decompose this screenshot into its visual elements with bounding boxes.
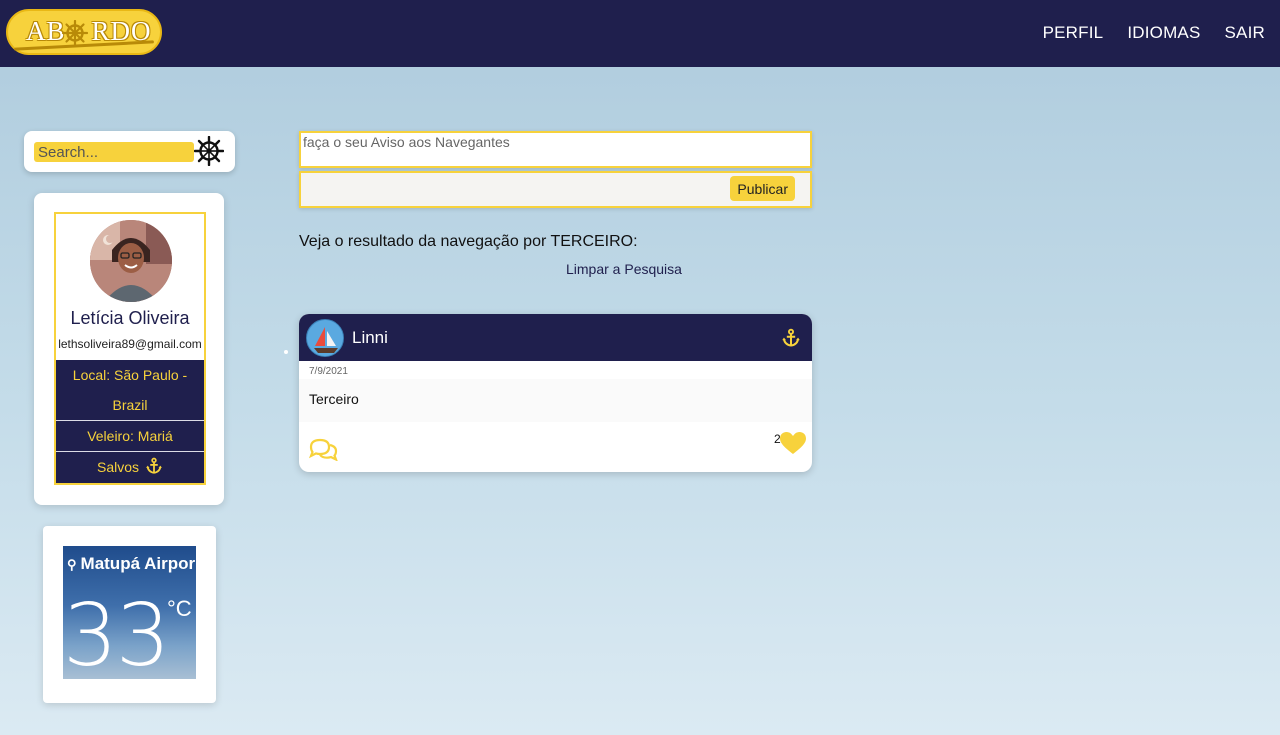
heart-icon[interactable] <box>780 432 806 456</box>
decorative-dot <box>284 350 288 354</box>
top-navbar: AB RDO PERFIL IDIOMAS SAIR <box>0 0 1280 67</box>
search-box <box>24 131 235 172</box>
profile-avatar[interactable] <box>90 220 172 302</box>
search-result-heading: Veja o resultado da navegação por TERCEI… <box>299 233 638 250</box>
clear-search-link[interactable]: Limpar a Pesquisa <box>566 261 682 277</box>
profile-location: Local: São Paulo - Brazil <box>56 360 204 421</box>
nav-sair[interactable]: SAIR <box>1225 23 1265 43</box>
search-icon: ⚲ <box>67 557 77 572</box>
post-header: Linni <box>299 314 812 361</box>
anchor-icon[interactable] <box>781 328 801 348</box>
notice-input[interactable] <box>299 131 812 168</box>
profile-email: lethsoliveira89@gmail.com <box>58 337 202 351</box>
profile-panel: Letícia Oliveira lethsoliveira89@gmail.c… <box>54 212 206 485</box>
sailboat-icon <box>307 320 343 356</box>
comments-icon[interactable] <box>308 437 338 461</box>
composer-toolbar: Publicar <box>299 171 812 208</box>
profile-info-list: Local: São Paulo - Brazil Veleiro: Mariá… <box>56 360 204 483</box>
profile-card: Letícia Oliveira lethsoliveira89@gmail.c… <box>34 193 224 505</box>
post-text: Terceiro <box>309 391 359 407</box>
profile-saved-link[interactable]: Salvos <box>56 452 204 483</box>
anchor-icon <box>146 457 162 474</box>
saved-label: Salvos <box>97 459 140 475</box>
abordo-logo[interactable]: AB RDO <box>6 9 162 55</box>
post-body: Terceiro <box>299 379 812 422</box>
profile-name: Letícia Oliveira <box>70 308 190 328</box>
weather-location-label: Matupá Airpor <box>80 554 196 573</box>
logo-text-left: AB <box>26 16 66 46</box>
weather-location: ⚲ Matupá Airpor <box>67 554 195 574</box>
post-author-avatar[interactable] <box>306 319 344 357</box>
ship-wheel-search-icon[interactable] <box>194 136 224 166</box>
post-card: Linni 7/9/2021 Terceiro 2 <box>299 314 812 472</box>
weather-temperature: 33 <box>63 586 170 679</box>
post-date: 7/9/2021 <box>309 366 348 377</box>
weather-widget: ⚲ Matupá Airpor 33 °C <box>43 526 216 703</box>
profile-boat: Veleiro: Mariá <box>56 421 204 452</box>
publish-button[interactable]: Publicar <box>730 176 795 201</box>
post-author-name[interactable]: Linni <box>352 328 388 348</box>
profile-photo-icon <box>90 220 172 302</box>
nav-idiomas[interactable]: IDIOMAS <box>1127 23 1200 43</box>
weather-unit: °C <box>167 596 192 621</box>
ship-wheel-icon <box>62 20 88 46</box>
nav-perfil[interactable]: PERFIL <box>1043 23 1104 43</box>
main-nav: PERFIL IDIOMAS SAIR <box>1043 23 1265 43</box>
search-input[interactable] <box>34 142 194 162</box>
post-composer: Publicar <box>299 131 812 208</box>
weather-display[interactable]: ⚲ Matupá Airpor 33 °C <box>63 546 196 679</box>
